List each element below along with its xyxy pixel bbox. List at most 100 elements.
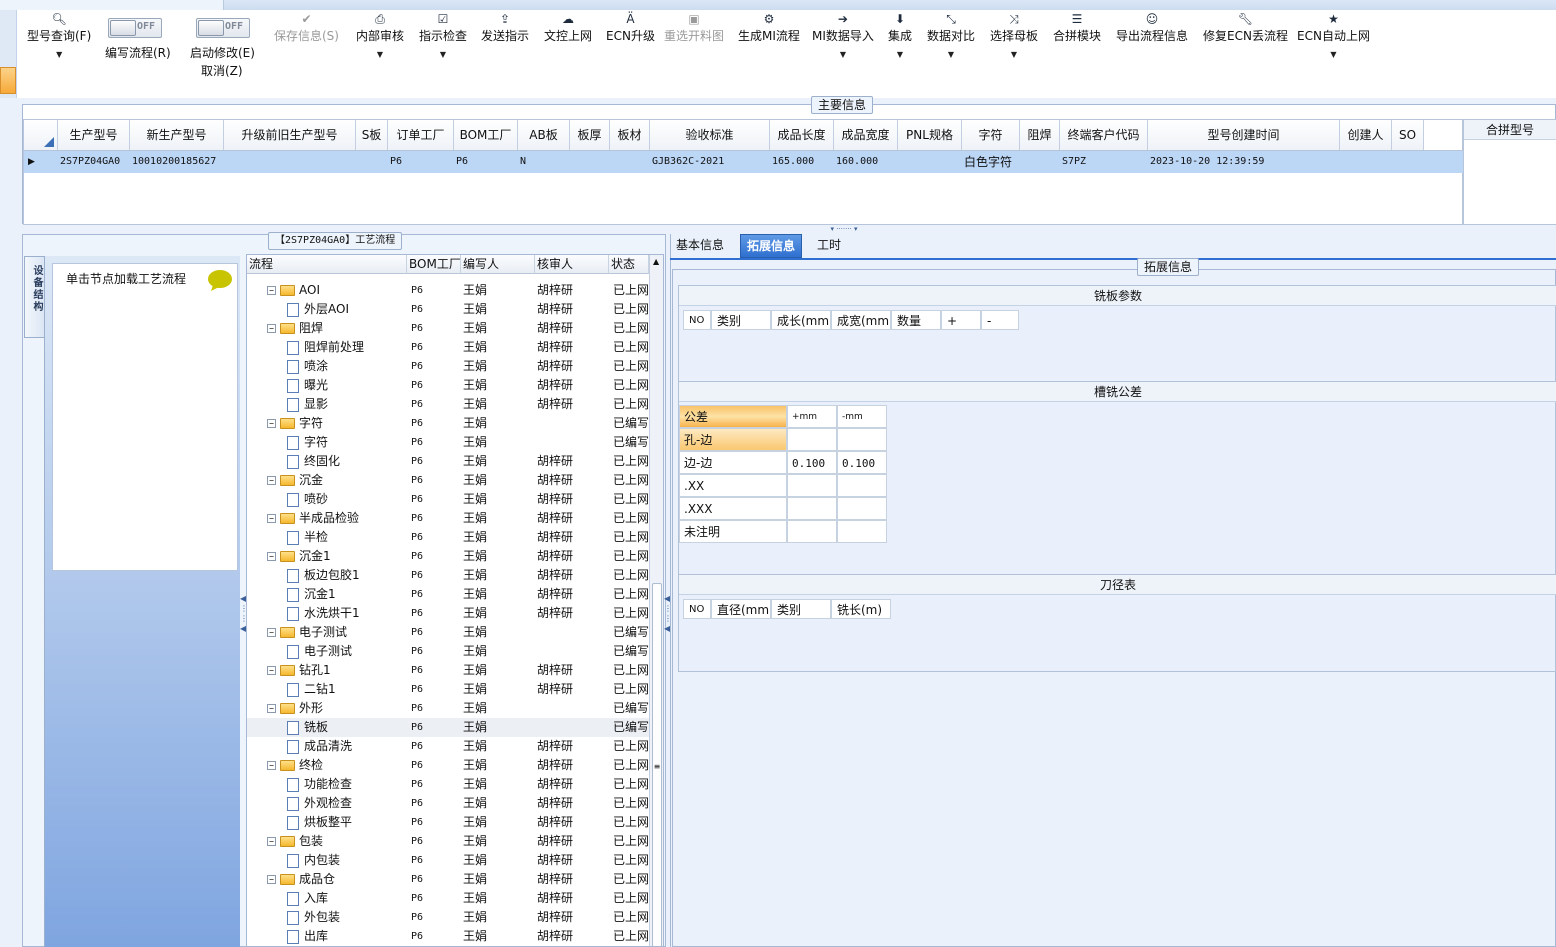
column-header[interactable]: AB板 [518,120,570,150]
tree-node[interactable]: 显影 [247,395,407,414]
column-header[interactable]: 数量 [891,310,941,330]
tree-node[interactable]: 功能检查 [247,775,407,794]
tree-node[interactable]: 入库 [247,889,407,908]
column-header[interactable]: - [981,310,1019,330]
tree-row[interactable]: 沉金1 P6 王娟 胡梓研 已上网 [247,585,649,604]
column-header[interactable]: + [941,310,981,330]
tree-row[interactable]: 外层AOI P6 王娟 胡梓研 已上网 [247,300,649,319]
table-cell[interactable]: 10010200185627 [132,151,222,173]
tree-row[interactable]: 曝光 P6 王娟 胡梓研 已上网 [247,376,649,395]
tree-row[interactable]: 终固化 P6 王娟 胡梓研 已上网 [247,452,649,471]
tree-row[interactable]: 外观检查 P6 王娟 胡梓研 已上网 [247,794,649,813]
column-header[interactable]: S板 [356,120,388,150]
tree-node[interactable]: 水洗烘干1 [247,604,407,623]
tree-node[interactable]: 烘板整平 [247,813,407,832]
tree-row[interactable]: 成品清洗 P6 王娟 胡梓研 已上网 [247,737,649,756]
collapse-icon[interactable]: − [267,704,276,713]
tree-row[interactable]: − 阻焊 P6 王娟 胡梓研 已上网 [247,319,649,338]
collapse-icon[interactable]: − [267,419,276,428]
scroll-thumb[interactable]: ≡ [652,583,662,946]
column-header[interactable]: 新生产型号 [130,120,224,150]
table-cell[interactable]: P6 [390,151,452,173]
tree-node[interactable]: 成品清洗 [247,737,407,756]
collapse-icon[interactable]: − [267,514,276,523]
instruction-check-button[interactable]: ☑ 指示检查 ▼ [419,10,467,60]
column-header[interactable]: 升级前旧生产型号 [224,120,356,150]
tree-row[interactable]: 入库 P6 王娟 胡梓研 已上网 [247,889,649,908]
model-query-button[interactable]: 🔍︎ 型号查询(F) ▼ [27,10,91,60]
collapse-icon[interactable]: − [267,875,276,884]
collapse-icon[interactable]: − [267,552,276,561]
column-header[interactable]: 板材 [610,120,650,150]
reselect-cut-drawing-button[interactable]: ▣ 重选开料图 [664,10,724,44]
tree-row[interactable]: 铣板 P6 王娟 已编写 [247,718,649,737]
tolerance-cell[interactable] [837,474,887,497]
tree-node[interactable]: − 半成品检验 [247,509,407,528]
column-header[interactable]: PNL规格 [898,120,962,150]
column-header[interactable]: 生产型号 [58,120,130,150]
table-cell[interactable]: GJB362C-2021 [652,151,768,173]
column-header[interactable]: 类别 [711,310,771,330]
enable-edit-toggle[interactable]: OFF [196,18,250,38]
table-cell[interactable] [1022,151,1058,173]
tree-row[interactable]: − 成品仓 P6 王娟 胡梓研 已上网 [247,870,649,889]
tolerance-cell[interactable] [837,428,887,451]
cancel-label[interactable]: 取消(Z) [201,62,243,79]
tab-basic-info[interactable]: 基本信息 [670,234,730,258]
tree-node[interactable]: 半检 [247,528,407,547]
node-load-box[interactable]: 单击节点加载工艺流程 [52,263,238,571]
column-header[interactable]: SO [1392,120,1424,150]
table-cell[interactable] [612,151,648,173]
tree-node[interactable]: 外包装 [247,908,407,927]
column-header[interactable]: 板厚 [570,120,610,150]
tolerance-cell[interactable]: 0.100 [787,451,837,474]
tree-row[interactable]: 外包装 P6 王娟 胡梓研 已上网 [247,908,649,927]
table-cell[interactable] [1342,151,1390,173]
tree-row[interactable]: 二钻1 P6 王娟 胡梓研 已上网 [247,680,649,699]
column-header[interactable]: 成宽(mm) [831,310,891,330]
table-cell[interactable] [572,151,608,173]
data-compare-button[interactable]: ⤡ 数据对比 ▼ [927,10,975,60]
column-header[interactable]: 订单工厂 [388,120,454,150]
collapse-icon[interactable]: − [267,286,276,295]
generate-mi-process-button[interactable]: ⚙ 生成MI流程 [738,10,800,44]
tree-row[interactable]: 半检 P6 王娟 胡梓研 已上网 [247,528,649,547]
tree-node[interactable]: − 字符 [247,414,407,433]
ecn-upgrade-button[interactable]: Ä ECN升级 [606,10,655,44]
tree-row[interactable]: − 钻孔1 P6 王娟 胡梓研 已上网 [247,661,649,680]
tree-node[interactable]: − 终检 [247,756,407,775]
collapse-icon[interactable]: − [267,628,276,637]
tree-node[interactable]: 板边包胶1 [247,566,407,585]
column-header[interactable]: 创建人 [1340,120,1392,150]
tree-node[interactable]: 电子测试 [247,642,407,661]
collapse-icon[interactable]: − [267,666,276,675]
table-cell[interactable]: N [520,151,568,173]
tree-row[interactable]: − 半成品检验 P6 王娟 胡梓研 已上网 [247,509,649,528]
tree-node[interactable]: 喷涂 [247,357,407,376]
tree-row[interactable]: 显影 P6 王娟 胡梓研 已上网 [247,395,649,414]
tree-row[interactable]: 内包装 P6 王娟 胡梓研 已上网 [247,851,649,870]
column-header[interactable]: 铣长(m) [831,599,891,619]
tree-node[interactable]: − 成品仓 [247,870,407,889]
write-process-toggle[interactable]: OFF [108,18,162,38]
table-cell[interactable]: P6 [456,151,516,173]
column-header[interactable]: NO [683,599,711,619]
tree-row[interactable]: 水洗烘干1 P6 王娟 胡梓研 已上网 [247,604,649,623]
tree-row[interactable]: 字符 P6 王娟 已编写 [247,433,649,452]
tolerance-cell[interactable] [787,474,837,497]
tree-row[interactable]: − 外形 P6 王娟 已编写 [247,699,649,718]
tree-row[interactable]: 喷砂 P6 王娟 胡梓研 已上网 [247,490,649,509]
tree-node[interactable]: − 包装 [247,832,407,851]
tree-row[interactable]: 烘板整平 P6 王娟 胡梓研 已上网 [247,813,649,832]
export-process-info-button[interactable]: ☺ 导出流程信息 [1116,10,1188,44]
tree-node[interactable]: − 电子测试 [247,623,407,642]
tolerance-cell[interactable] [787,520,837,543]
column-header[interactable]: 成品长度 [770,120,834,150]
tree-node[interactable]: 外层AOI [247,300,407,319]
repair-ecn-process-button[interactable]: 🔧︎ 修复ECN丢流程 [1203,10,1288,44]
save-info-button[interactable]: ✔ 保存信息(S) [274,10,339,44]
tree-node[interactable]: − AOI [247,281,407,300]
tree-node[interactable]: 终固化 [247,452,407,471]
splitter-grip[interactable]: ▾ ······· ▾ [812,226,876,233]
tree-scrollbar[interactable]: ▲ ≡ [649,255,663,946]
